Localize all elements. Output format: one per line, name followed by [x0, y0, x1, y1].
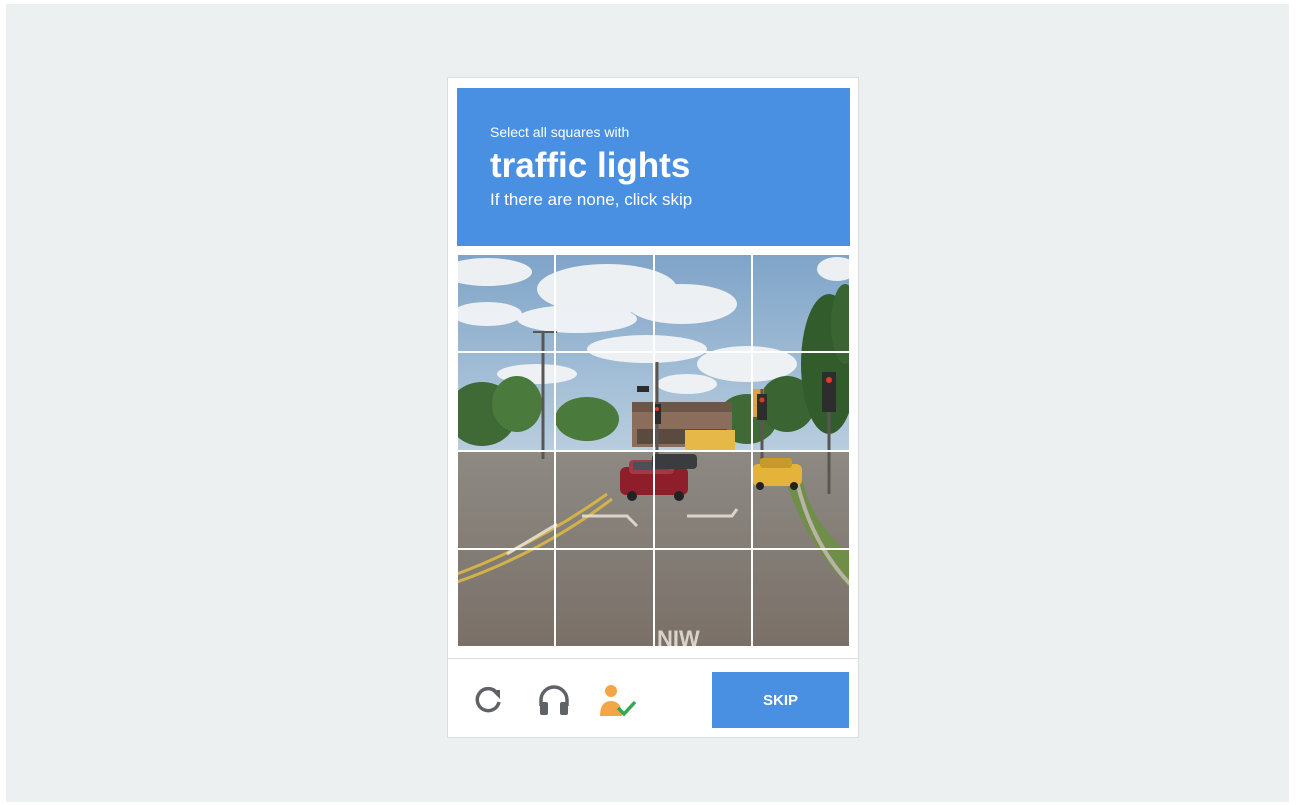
grid-tile[interactable] [555, 254, 654, 353]
grid-tile[interactable] [555, 352, 654, 451]
tile-grid [457, 254, 850, 647]
recaptcha-challenge-widget: Select all squares with traffic lights I… [447, 77, 859, 738]
footer-divider [448, 658, 858, 659]
info-icon[interactable] [598, 682, 637, 718]
grid-tile[interactable] [457, 254, 556, 353]
grid-tile[interactable] [653, 352, 752, 451]
grid-tile[interactable] [751, 352, 850, 451]
target-object-text: traffic lights [490, 146, 691, 185]
reload-icon[interactable] [470, 682, 506, 718]
challenge-header: Select all squares with traffic lights I… [457, 88, 850, 246]
grid-tile[interactable] [751, 548, 850, 647]
skip-hint-text: If there are none, click skip [490, 190, 693, 209]
grid-tile[interactable] [653, 254, 752, 353]
grid-tile[interactable] [653, 548, 752, 647]
image-grid: NIW [457, 254, 850, 647]
grid-tile[interactable] [457, 352, 556, 451]
grid-tile[interactable] [555, 450, 654, 549]
skip-button[interactable]: SKIP [712, 672, 849, 728]
grid-tile[interactable] [653, 450, 752, 549]
grid-tile[interactable] [555, 548, 654, 647]
grid-tile[interactable] [751, 254, 850, 353]
page-background: Select all squares with traffic lights I… [6, 4, 1289, 802]
grid-tile[interactable] [457, 548, 556, 647]
grid-tile[interactable] [751, 450, 850, 549]
audio-icon[interactable] [536, 682, 572, 718]
grid-tile[interactable] [457, 450, 556, 549]
instruction-text: Select all squares with [490, 124, 630, 140]
